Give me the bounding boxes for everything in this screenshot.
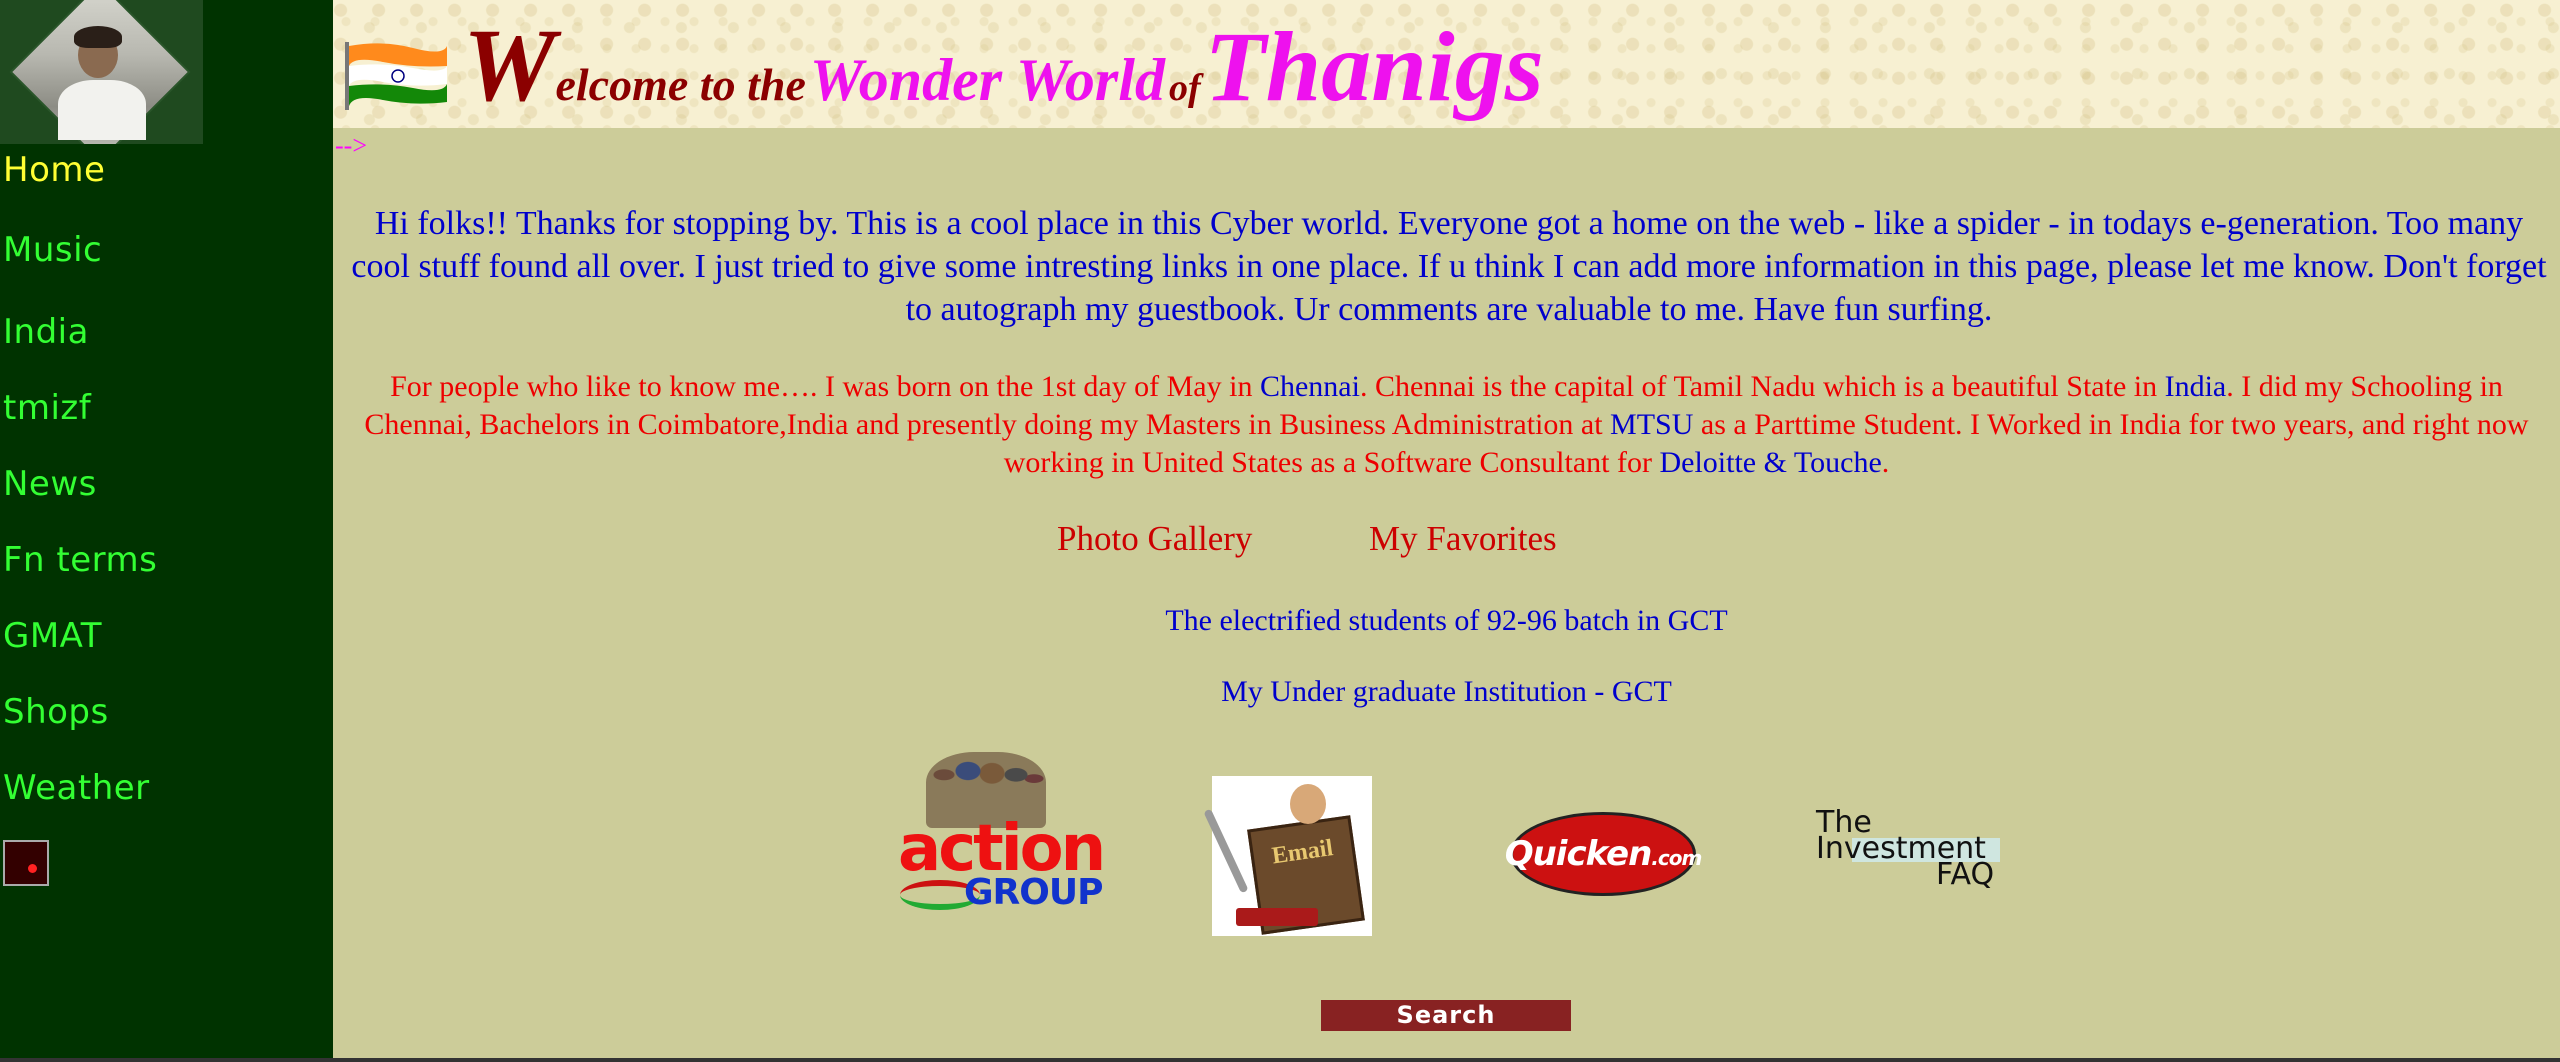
email-book-logo[interactable]: Email [1203, 776, 1372, 936]
my-favorites-link[interactable]: My Favorites [1369, 519, 1557, 559]
mtsu-link[interactable]: MTSU [1610, 408, 1693, 441]
intro-paragraph: Hi folks!! Thanks for stopping by. This … [351, 205, 2547, 328]
avatar-shirt [58, 80, 146, 140]
quicken-logo-text: Quicken.com [1504, 834, 1703, 874]
action-group-logo-subtext: GROUP [964, 872, 1103, 913]
gct-institution-link[interactable]: My Under graduate Institution - GCT [333, 675, 2560, 709]
quill-icon [1203, 808, 1249, 894]
india-flag-icon [345, 42, 447, 110]
sidebar-item-gmat[interactable]: GMAT [3, 616, 102, 656]
title-wonder-world: Wonder World [809, 47, 1165, 113]
investment-faq-line3: FAQ [1936, 857, 1995, 892]
avatar[interactable] [0, 0, 203, 144]
sidebar-item-weather[interactable]: Weather [3, 768, 150, 808]
about-text-5: . [1881, 446, 1890, 479]
sidebar-item-shops[interactable]: Shops [3, 692, 109, 732]
title-w: W [463, 8, 556, 123]
gct-batch-link[interactable]: The electrified students of 92-96 batch … [333, 604, 2560, 638]
title-name: Thanigs [1204, 11, 1544, 122]
sidebar-item-india[interactable]: India [3, 312, 89, 352]
action-group-logo[interactable]: action GROUP [888, 752, 1106, 913]
deloitte-link[interactable]: Deloitte & Touche [1659, 446, 1881, 479]
book-title: Email [1270, 835, 1335, 870]
quicken-suffix: .com [1651, 846, 1702, 870]
html-comment-artifact: --> [335, 131, 367, 160]
sidebar-item-fn-terms[interactable]: Fn terms [3, 540, 157, 580]
bottom-border [0, 1058, 2560, 1062]
sidebar-item-home[interactable]: Home [3, 150, 105, 190]
search-button[interactable]: Search [1321, 1000, 1571, 1031]
title-welcome: elcome to the [555, 59, 806, 110]
header-banner: Welcome to the Wonder World of Thanigs [333, 0, 2560, 128]
book-stack-icon [1236, 908, 1318, 926]
sidebar-item-music[interactable]: Music [3, 230, 102, 270]
about-paragraph: For people who like to know me…. I was b… [333, 368, 2560, 482]
about-text-1: For people who like to know me…. I was b… [390, 370, 1260, 403]
reader-figure-icon [1290, 784, 1326, 824]
quicken-word: Quicken [1504, 834, 1653, 874]
chennai-link[interactable]: Chennai [1260, 370, 1360, 403]
sidebar: Home Music India tmizf News Fn terms GMA… [0, 0, 333, 1062]
quicken-logo[interactable]: Quicken.com [1505, 812, 1702, 896]
title-of: of [1168, 67, 1201, 109]
sidebar-item-news[interactable]: News [3, 464, 97, 504]
plugin-dot-icon [28, 864, 37, 873]
photo-gallery-link[interactable]: Photo Gallery [1057, 519, 1252, 559]
page-title: Welcome to the Wonder World of Thanigs [463, 6, 1544, 125]
about-text-2: . Chennai is the capital of Tamil Nadu w… [1359, 370, 2165, 403]
investment-faq-logo[interactable]: The Investment FAQ [1816, 808, 2002, 894]
india-link[interactable]: India [2165, 370, 2227, 403]
sidebar-item-tmizf[interactable]: tmizf [3, 388, 91, 428]
avatar-hair [74, 26, 122, 48]
plugin-placeholder-icon[interactable] [3, 840, 49, 886]
